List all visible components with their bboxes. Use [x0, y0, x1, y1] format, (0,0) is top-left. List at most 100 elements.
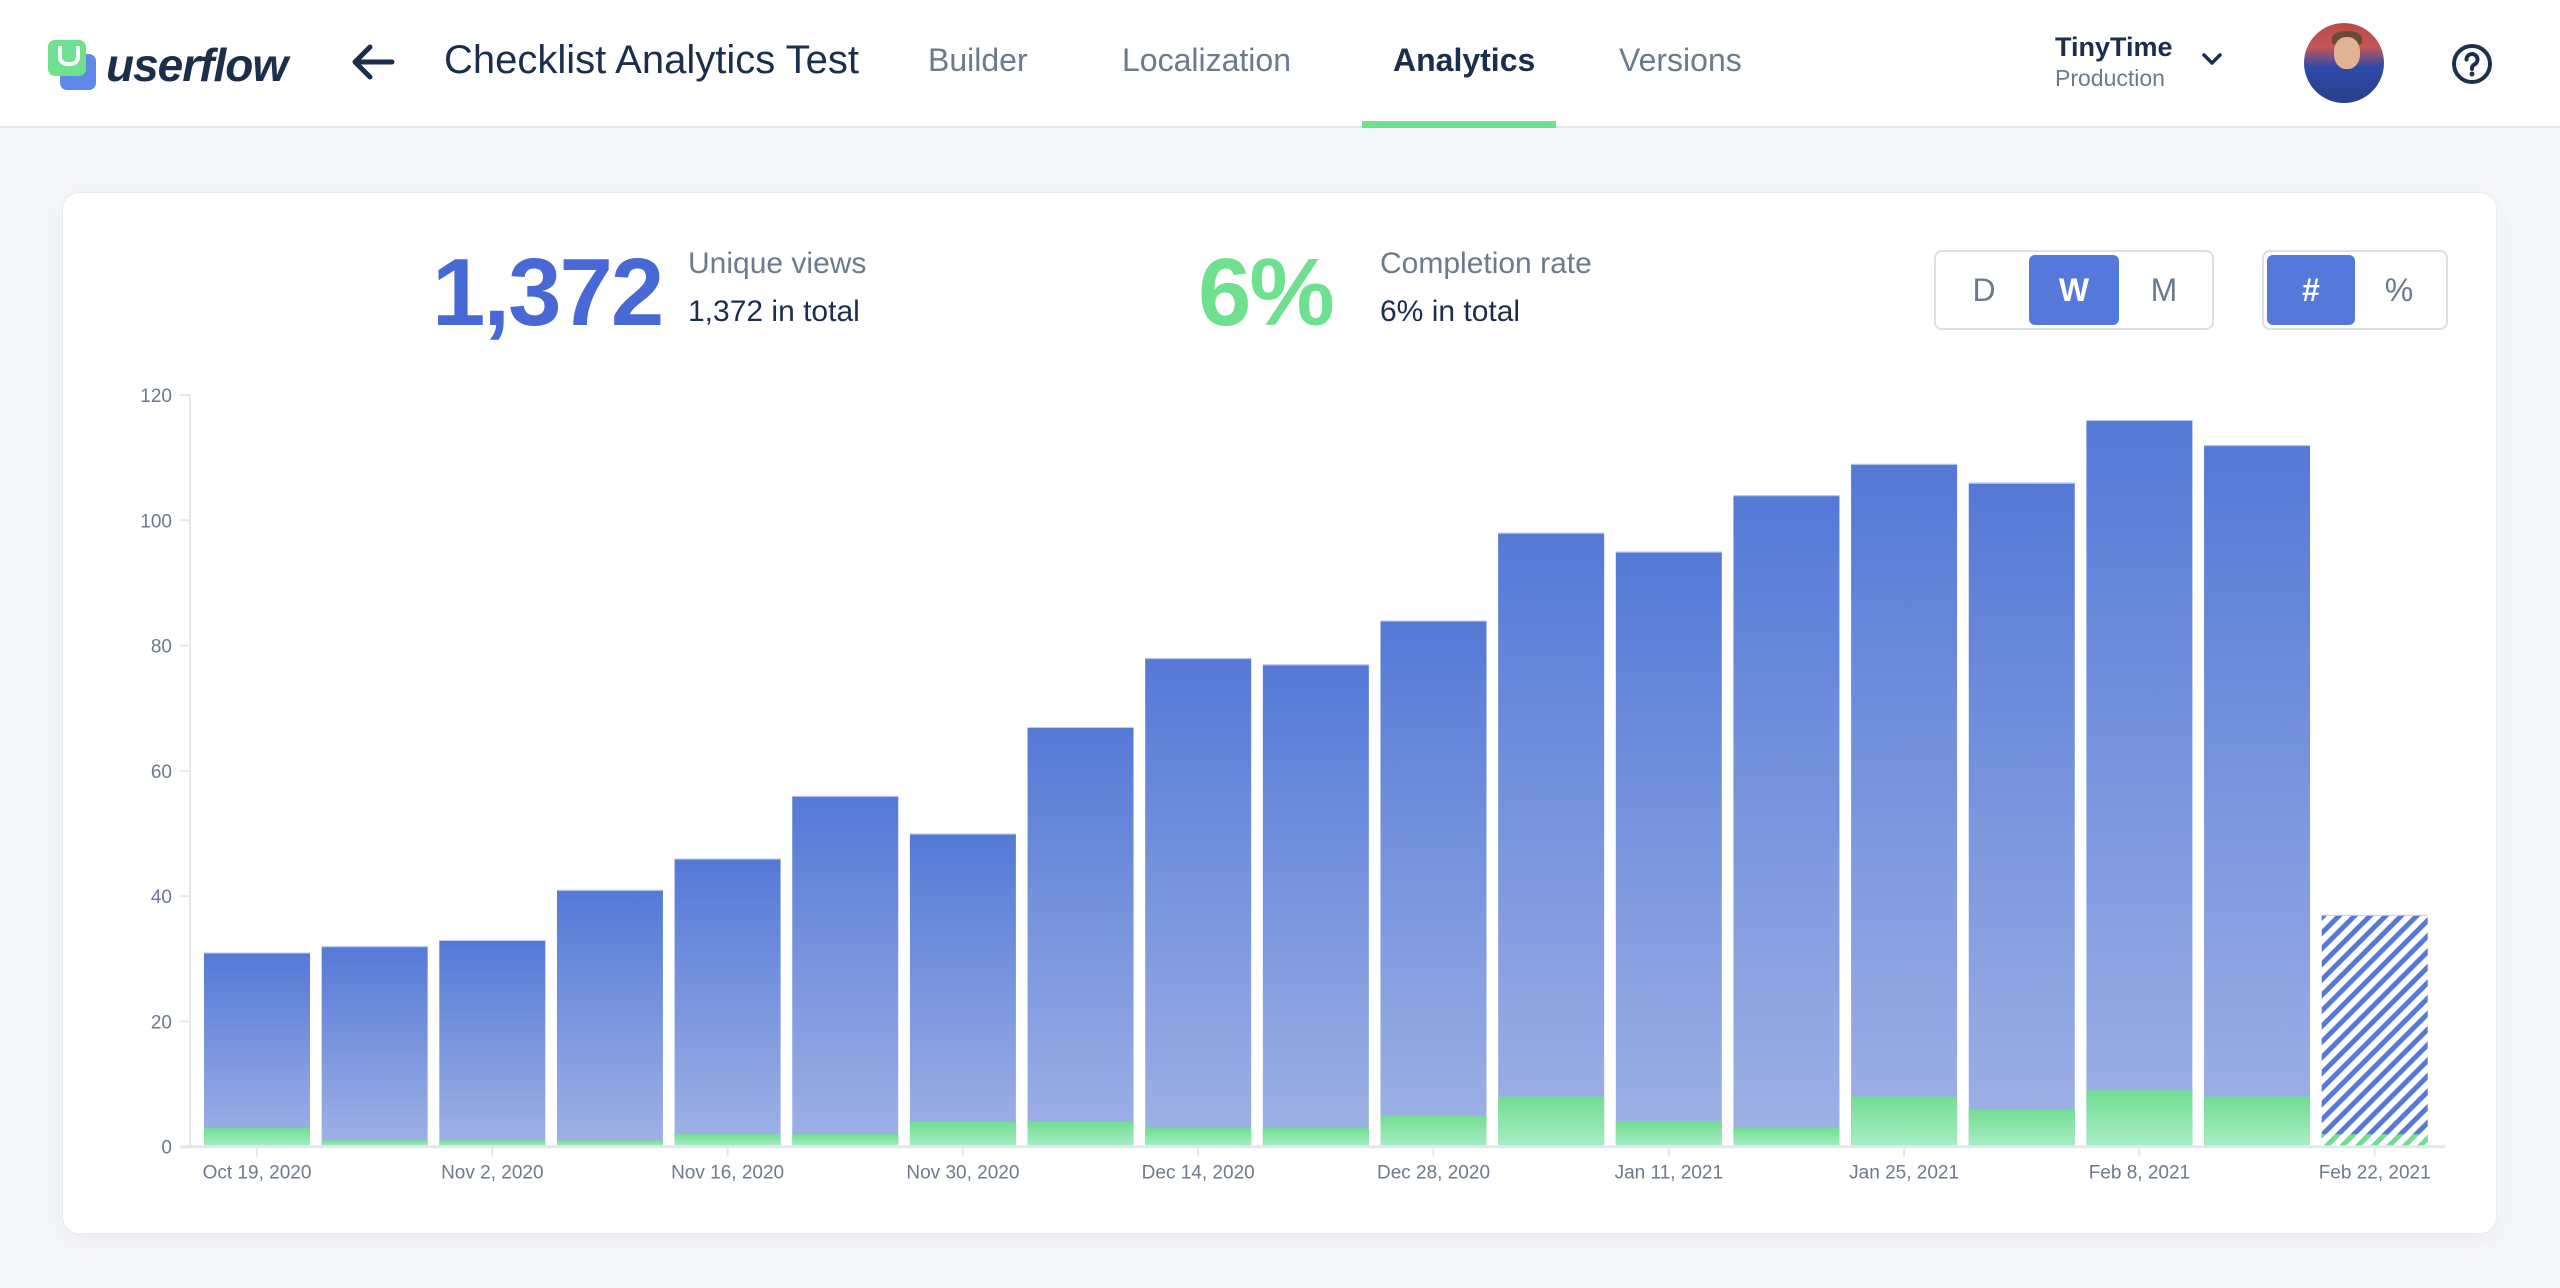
- y-tick-label: 60: [151, 762, 172, 783]
- back-button[interactable]: [348, 38, 398, 86]
- x-tick-label: Feb 8, 2021: [2089, 1163, 2190, 1184]
- bar-group[interactable]: [1851, 463, 1958, 1147]
- x-tick-label: Feb 22, 2021: [2319, 1163, 2431, 1184]
- bar-group[interactable]: [439, 939, 546, 1147]
- logo-text: userflow: [106, 39, 288, 91]
- views-bar[interactable]: [1851, 463, 1958, 1147]
- user-avatar[interactable]: [2304, 23, 2384, 103]
- completions-bar[interactable]: [1027, 1121, 1134, 1147]
- bar-group[interactable]: [1615, 551, 1722, 1147]
- views-bar[interactable]: [2204, 445, 2311, 1147]
- userflow-logo[interactable]: userflow: [48, 38, 288, 92]
- completions-bar[interactable]: [1498, 1096, 1605, 1147]
- y-tick-label: 40: [151, 887, 172, 908]
- x-tick-label: Jan 25, 2021: [1849, 1163, 1959, 1184]
- views-bar[interactable]: [1262, 664, 1369, 1147]
- y-tick-label: 100: [140, 511, 172, 532]
- bar-group[interactable]: [1262, 664, 1369, 1147]
- tab-builder[interactable]: Builder: [928, 42, 1028, 79]
- x-tick-label: Dec 28, 2020: [1377, 1163, 1490, 1184]
- tab-localization[interactable]: Localization: [1122, 42, 1291, 79]
- views-bar[interactable]: [1498, 532, 1605, 1147]
- top-navbar: userflow Checklist Analytics Test Builde…: [0, 0, 2560, 128]
- completions-bar[interactable]: [792, 1134, 899, 1147]
- completions-bar[interactable]: [674, 1134, 781, 1147]
- bar-group[interactable]: [674, 858, 781, 1147]
- help-button[interactable]: [2451, 43, 2493, 85]
- completions-bar[interactable]: [909, 1121, 1016, 1147]
- y-tick-label: 20: [151, 1012, 172, 1033]
- page-title: Checklist Analytics Test: [444, 38, 859, 82]
- tab-analytics[interactable]: Analytics: [1393, 42, 1535, 79]
- org-switcher-toggle[interactable]: [2200, 50, 2224, 68]
- completions-bar[interactable]: [1380, 1115, 1487, 1147]
- period-day-button[interactable]: D: [1939, 255, 2029, 325]
- views-bar[interactable]: [1027, 727, 1134, 1147]
- bar-group[interactable]: [1968, 482, 2075, 1147]
- period-toggle: D W M: [1934, 250, 2214, 330]
- tab-versions[interactable]: Versions: [1619, 42, 1742, 79]
- bar-group[interactable]: [1733, 495, 1840, 1147]
- completions-bar[interactable]: [2204, 1096, 2311, 1147]
- logo-icon: [48, 40, 98, 90]
- views-bar[interactable]: [1733, 495, 1840, 1147]
- bar-group[interactable]: [2204, 445, 2311, 1147]
- period-month-button[interactable]: M: [2119, 255, 2209, 325]
- x-tick-label: Nov 30, 2020: [906, 1163, 1019, 1184]
- bar-group[interactable]: [1498, 532, 1605, 1147]
- y-tick-label: 120: [140, 386, 172, 407]
- completions-bar[interactable]: [2086, 1090, 2193, 1147]
- x-tick-label: Jan 11, 2021: [1615, 1163, 1723, 1184]
- completions-bar[interactable]: [1733, 1127, 1840, 1147]
- views-bar[interactable]: [792, 795, 899, 1147]
- x-tick-label: Oct 19, 2020: [203, 1163, 312, 1184]
- completions-bar[interactable]: [1968, 1109, 2075, 1147]
- x-tick-label: Dec 14, 2020: [1142, 1163, 1255, 1184]
- active-tab-indicator: [1362, 121, 1556, 128]
- completions-bar[interactable]: [1615, 1121, 1722, 1147]
- mode-percent-button[interactable]: %: [2355, 255, 2443, 325]
- views-bar[interactable]: [674, 858, 781, 1147]
- bar-group[interactable]: [321, 946, 428, 1147]
- views-bar[interactable]: [439, 939, 546, 1147]
- bar-group[interactable]: [2086, 420, 2193, 1147]
- completions-bar[interactable]: [1262, 1127, 1369, 1147]
- views-bar[interactable]: [1968, 482, 2075, 1147]
- completions-bar[interactable]: [2321, 1134, 2428, 1147]
- views-bar[interactable]: [556, 889, 663, 1147]
- period-week-button[interactable]: W: [2029, 255, 2119, 325]
- views-bar[interactable]: [1145, 658, 1252, 1147]
- mode-count-button[interactable]: #: [2267, 255, 2355, 325]
- bar-group[interactable]: [2321, 914, 2428, 1147]
- views-bar[interactable]: [1615, 551, 1722, 1147]
- arrow-left-icon: [352, 44, 395, 80]
- help-circle-icon: [2452, 44, 2492, 84]
- bar-group[interactable]: [1145, 658, 1252, 1147]
- completion-rate-total: 6% in total: [1380, 295, 1521, 328]
- unique-views-total: 1,372 in total: [688, 295, 860, 328]
- bar-group[interactable]: [556, 889, 663, 1147]
- views-bar[interactable]: [204, 952, 310, 1147]
- bar-group[interactable]: [1380, 620, 1487, 1147]
- bar-group[interactable]: [792, 795, 899, 1147]
- completions-bar[interactable]: [1851, 1096, 1958, 1147]
- x-tick-label: Nov 2, 2020: [441, 1163, 543, 1184]
- unique-views-value: 1,372: [432, 239, 664, 346]
- views-bar[interactable]: [2321, 914, 2428, 1147]
- chevron-down-icon: [2202, 53, 2222, 65]
- display-mode-toggle: # %: [2262, 250, 2448, 330]
- completions-bar[interactable]: [1145, 1127, 1252, 1147]
- unique-views-label: Unique views: [688, 247, 867, 280]
- bar-group[interactable]: [1027, 727, 1134, 1147]
- views-bar[interactable]: [321, 946, 428, 1147]
- views-bar[interactable]: [2086, 420, 2193, 1147]
- org-name: TinyTime: [2055, 32, 2173, 62]
- bar-group[interactable]: [204, 952, 310, 1147]
- bar-group[interactable]: [909, 833, 1016, 1147]
- org-switcher[interactable]: TinyTime Production: [2055, 32, 2173, 92]
- completion-rate-label: Completion rate: [1380, 247, 1592, 280]
- x-tick-label: Nov 16, 2020: [671, 1163, 784, 1184]
- completions-bar[interactable]: [204, 1127, 310, 1147]
- views-bar[interactable]: [909, 833, 1016, 1147]
- views-bar[interactable]: [1380, 620, 1487, 1147]
